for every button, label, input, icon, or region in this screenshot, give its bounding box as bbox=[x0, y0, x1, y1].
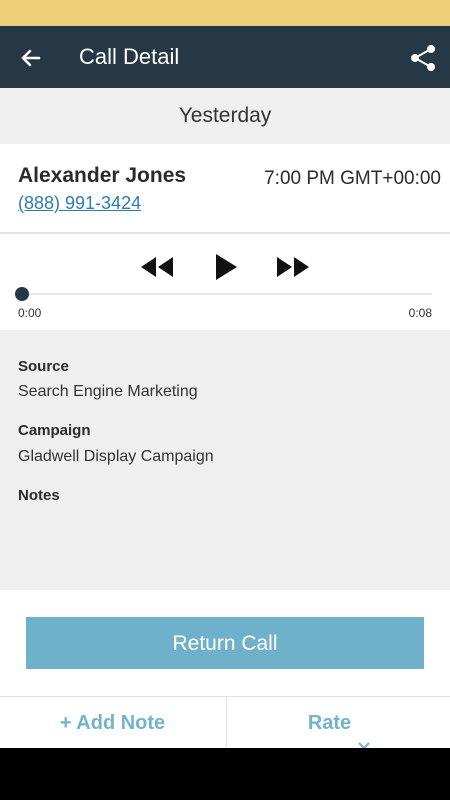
system-nav-bar bbox=[0, 748, 450, 800]
audio-player: 0:00 0:08 bbox=[0, 234, 450, 330]
date-header: Yesterday bbox=[0, 88, 450, 144]
status-bar bbox=[0, 0, 450, 26]
call-details: Source Search Engine Marketing Campaign … bbox=[0, 330, 450, 590]
seek-thumb[interactable] bbox=[15, 287, 29, 301]
arrow-left-icon[interactable] bbox=[14, 41, 48, 75]
notes-label: Notes bbox=[18, 487, 60, 504]
chevron-down-icon bbox=[357, 719, 371, 750]
rate-label: Rate bbox=[307, 712, 352, 734]
caller-name: Alexander Jones bbox=[18, 164, 187, 187]
duration: 0:08 bbox=[408, 306, 432, 320]
rate-button[interactable]: Rate bbox=[226, 697, 450, 750]
add-note-button[interactable]: + Add Note bbox=[0, 697, 225, 749]
call-time: 7:00 PM GMT+00:00 bbox=[264, 168, 441, 189]
bottom-action-bar: + Add Note Rate bbox=[0, 696, 450, 750]
share-icon[interactable] bbox=[406, 41, 440, 75]
campaign-label: Campaign bbox=[18, 422, 91, 439]
source-value: Search Engine Marketing bbox=[18, 383, 198, 400]
fast-forward-icon[interactable] bbox=[272, 252, 312, 282]
caller-card: Alexander Jones (888) 991-3424 7:00 PM G… bbox=[0, 144, 450, 232]
caller-phone-link[interactable]: (888) 991-3424 bbox=[18, 193, 141, 214]
rewind-icon[interactable] bbox=[138, 252, 178, 282]
app-bar: Call Detail bbox=[0, 26, 450, 88]
campaign-value: Gladwell Display Campaign bbox=[18, 448, 214, 465]
play-icon[interactable] bbox=[206, 252, 246, 282]
source-label: Source bbox=[18, 358, 69, 375]
current-time: 0:00 bbox=[18, 306, 42, 320]
return-call-button[interactable]: Return Call bbox=[26, 617, 424, 669]
page-title: Call Detail bbox=[79, 44, 180, 69]
seek-bar[interactable] bbox=[22, 293, 432, 295]
